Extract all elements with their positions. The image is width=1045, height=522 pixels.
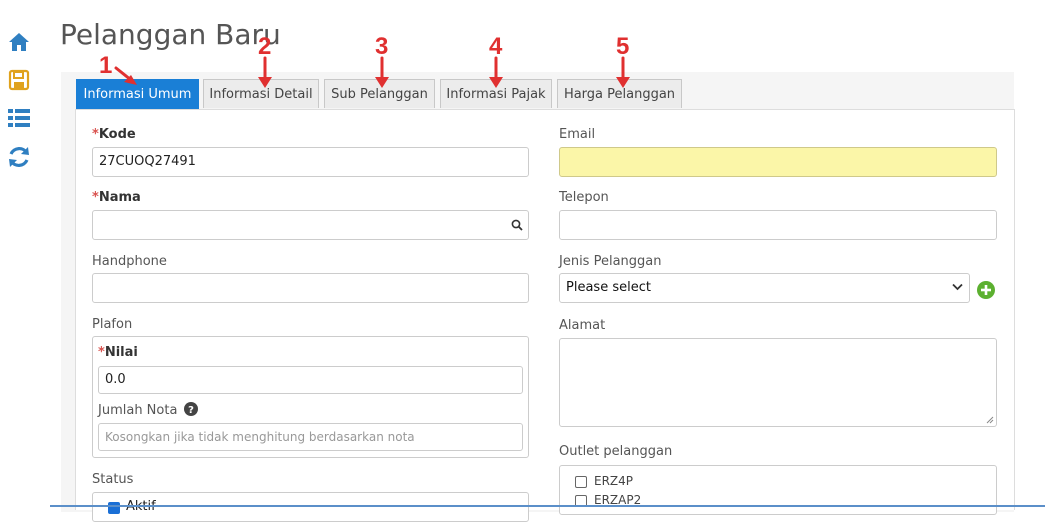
add-jenis-pelanggan-icon[interactable] <box>977 281 995 304</box>
arrow-3-head <box>375 77 389 88</box>
arrow-2-head <box>258 77 272 88</box>
outlet-checkbox-erz4p[interactable] <box>575 476 587 488</box>
outlet-list <box>559 465 997 515</box>
jenis-pelanggan-label: Jenis Pelanggan <box>559 254 662 269</box>
jumlah-nota-input[interactable]: Kosongkan jika tidak menghitung berdasar… <box>98 423 523 451</box>
status-group: Aktif <box>92 492 529 522</box>
alamat-label: Alamat <box>559 318 606 333</box>
kode-input[interactable]: 27CUOQ27491 <box>92 147 529 177</box>
jenis-pelanggan-select[interactable]: Please select <box>559 273 970 303</box>
telepon-input[interactable] <box>559 210 997 240</box>
status-label: Status <box>92 472 134 487</box>
email-input[interactable] <box>559 147 997 177</box>
email-label: Email <box>559 127 596 142</box>
outlet-label-erz4p: ERZ4P <box>594 474 634 488</box>
plafon-label: Plafon <box>92 317 133 332</box>
arrow-4-head <box>489 77 503 88</box>
search-icon[interactable] <box>511 211 523 239</box>
svg-text:?: ? <box>188 405 194 416</box>
jumlah-nota-label: Jumlah Nota ? <box>98 402 198 420</box>
telepon-label: Telepon <box>559 190 609 205</box>
nilai-input[interactable]: 0.0 <box>98 366 523 394</box>
nilai-label: *Nilai <box>98 345 138 360</box>
resize-handle-icon[interactable] <box>986 416 994 424</box>
handphone-label: Handphone <box>92 254 167 269</box>
chevron-down-icon <box>952 274 963 302</box>
outlet-label: Outlet pelanggan <box>559 444 673 459</box>
alamat-textarea[interactable] <box>559 338 997 427</box>
nama-label: *Nama <box>92 190 141 205</box>
arrow-5-head <box>616 77 630 88</box>
status-checkbox[interactable] <box>108 502 120 514</box>
kode-label: *Kode <box>92 127 136 142</box>
help-icon[interactable]: ? <box>183 402 198 420</box>
jenis-pelanggan-selected: Please select <box>566 280 651 295</box>
nama-input[interactable] <box>92 210 529 240</box>
handphone-input[interactable] <box>92 273 529 303</box>
status-option-label: Aktif <box>126 493 156 521</box>
